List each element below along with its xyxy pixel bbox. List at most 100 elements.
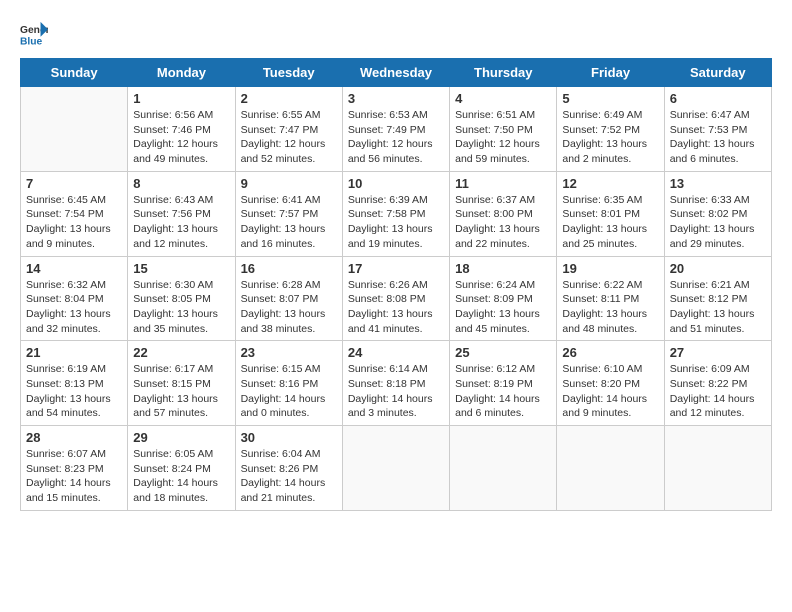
week-row-4: 28 Sunrise: 6:07 AM Sunset: 8:23 PM Dayli… <box>21 426 772 511</box>
day-info: Sunrise: 6:15 AM Sunset: 8:16 PM Dayligh… <box>241 362 337 421</box>
calendar-cell: 6 Sunrise: 6:47 AM Sunset: 7:53 PM Daylig… <box>664 87 771 172</box>
logo: General Blue <box>20 20 48 48</box>
calendar-cell: 20 Sunrise: 6:21 AM Sunset: 8:12 PM Dayli… <box>664 256 771 341</box>
day-header-friday: Friday <box>557 59 664 87</box>
calendar-cell: 26 Sunrise: 6:10 AM Sunset: 8:20 PM Dayli… <box>557 341 664 426</box>
days-header-row: SundayMondayTuesdayWednesdayThursdayFrid… <box>21 59 772 87</box>
calendar-cell: 21 Sunrise: 6:19 AM Sunset: 8:13 PM Dayli… <box>21 341 128 426</box>
calendar-cell: 13 Sunrise: 6:33 AM Sunset: 8:02 PM Dayli… <box>664 171 771 256</box>
day-number: 25 <box>455 345 551 360</box>
calendar-cell <box>21 87 128 172</box>
calendar-cell: 19 Sunrise: 6:22 AM Sunset: 8:11 PM Dayli… <box>557 256 664 341</box>
day-number: 13 <box>670 176 766 191</box>
day-number: 19 <box>562 261 658 276</box>
day-info: Sunrise: 6:26 AM Sunset: 8:08 PM Dayligh… <box>348 278 444 337</box>
calendar-cell: 17 Sunrise: 6:26 AM Sunset: 8:08 PM Dayli… <box>342 256 449 341</box>
day-number: 1 <box>133 91 229 106</box>
day-number: 30 <box>241 430 337 445</box>
calendar-cell: 16 Sunrise: 6:28 AM Sunset: 8:07 PM Dayli… <box>235 256 342 341</box>
day-info: Sunrise: 6:10 AM Sunset: 8:20 PM Dayligh… <box>562 362 658 421</box>
day-number: 21 <box>26 345 122 360</box>
day-number: 3 <box>348 91 444 106</box>
day-info: Sunrise: 6:39 AM Sunset: 7:58 PM Dayligh… <box>348 193 444 252</box>
day-info: Sunrise: 6:43 AM Sunset: 7:56 PM Dayligh… <box>133 193 229 252</box>
day-info: Sunrise: 6:45 AM Sunset: 7:54 PM Dayligh… <box>26 193 122 252</box>
calendar-cell: 4Sunrise: 6:51 AM Sunset: 7:50 PM Daylig… <box>450 87 557 172</box>
day-info: Sunrise: 6:28 AM Sunset: 8:07 PM Dayligh… <box>241 278 337 337</box>
calendar-cell: 15 Sunrise: 6:30 AM Sunset: 8:05 PM Dayli… <box>128 256 235 341</box>
calendar-cell: 22Sunrise: 6:17 AM Sunset: 8:15 PM Dayli… <box>128 341 235 426</box>
calendar-cell: 11 Sunrise: 6:37 AM Sunset: 8:00 PM Dayli… <box>450 171 557 256</box>
day-number: 5 <box>562 91 658 106</box>
day-number: 23 <box>241 345 337 360</box>
day-info: Sunrise: 6:17 AM Sunset: 8:15 PM Dayligh… <box>133 362 229 421</box>
day-number: 12 <box>562 176 658 191</box>
calendar-cell: 29Sunrise: 6:05 AM Sunset: 8:24 PM Dayli… <box>128 426 235 511</box>
day-number: 16 <box>241 261 337 276</box>
day-number: 24 <box>348 345 444 360</box>
day-number: 8 <box>133 176 229 191</box>
week-row-2: 14 Sunrise: 6:32 AM Sunset: 8:04 PM Dayli… <box>21 256 772 341</box>
calendar: SundayMondayTuesdayWednesdayThursdayFrid… <box>20 58 772 511</box>
calendar-cell: 24 Sunrise: 6:14 AM Sunset: 8:18 PM Dayli… <box>342 341 449 426</box>
calendar-cell <box>342 426 449 511</box>
day-info: Sunrise: 6:07 AM Sunset: 8:23 PM Dayligh… <box>26 447 122 506</box>
day-number: 6 <box>670 91 766 106</box>
day-header-saturday: Saturday <box>664 59 771 87</box>
day-info: Sunrise: 6:22 AM Sunset: 8:11 PM Dayligh… <box>562 278 658 337</box>
calendar-cell: 14 Sunrise: 6:32 AM Sunset: 8:04 PM Dayli… <box>21 256 128 341</box>
calendar-cell <box>450 426 557 511</box>
day-number: 27 <box>670 345 766 360</box>
logo-icon: General Blue <box>20 20 48 48</box>
header: General Blue <box>20 20 772 48</box>
day-info: Sunrise: 6:55 AM Sunset: 7:47 PM Dayligh… <box>241 108 337 167</box>
calendar-cell: 10 Sunrise: 6:39 AM Sunset: 7:58 PM Dayli… <box>342 171 449 256</box>
day-number: 14 <box>26 261 122 276</box>
day-number: 20 <box>670 261 766 276</box>
day-info: Sunrise: 6:32 AM Sunset: 8:04 PM Dayligh… <box>26 278 122 337</box>
calendar-cell: 12Sunrise: 6:35 AM Sunset: 8:01 PM Dayli… <box>557 171 664 256</box>
day-number: 17 <box>348 261 444 276</box>
day-info: Sunrise: 6:09 AM Sunset: 8:22 PM Dayligh… <box>670 362 766 421</box>
svg-text:Blue: Blue <box>20 36 43 47</box>
day-info: Sunrise: 6:47 AM Sunset: 7:53 PM Dayligh… <box>670 108 766 167</box>
day-number: 28 <box>26 430 122 445</box>
day-info: Sunrise: 6:51 AM Sunset: 7:50 PM Dayligh… <box>455 108 551 167</box>
week-row-1: 7 Sunrise: 6:45 AM Sunset: 7:54 PM Daylig… <box>21 171 772 256</box>
day-info: Sunrise: 6:04 AM Sunset: 8:26 PM Dayligh… <box>241 447 337 506</box>
day-number: 26 <box>562 345 658 360</box>
day-header-monday: Monday <box>128 59 235 87</box>
day-info: Sunrise: 6:49 AM Sunset: 7:52 PM Dayligh… <box>562 108 658 167</box>
day-info: Sunrise: 6:37 AM Sunset: 8:00 PM Dayligh… <box>455 193 551 252</box>
day-info: Sunrise: 6:14 AM Sunset: 8:18 PM Dayligh… <box>348 362 444 421</box>
calendar-cell <box>557 426 664 511</box>
calendar-cell: 27 Sunrise: 6:09 AM Sunset: 8:22 PM Dayli… <box>664 341 771 426</box>
day-number: 11 <box>455 176 551 191</box>
day-info: Sunrise: 6:19 AM Sunset: 8:13 PM Dayligh… <box>26 362 122 421</box>
calendar-cell: 8 Sunrise: 6:43 AM Sunset: 7:56 PM Daylig… <box>128 171 235 256</box>
day-number: 2 <box>241 91 337 106</box>
calendar-cell: 25Sunrise: 6:12 AM Sunset: 8:19 PM Dayli… <box>450 341 557 426</box>
calendar-cell: 28 Sunrise: 6:07 AM Sunset: 8:23 PM Dayli… <box>21 426 128 511</box>
day-info: Sunrise: 6:21 AM Sunset: 8:12 PM Dayligh… <box>670 278 766 337</box>
week-row-0: 1 Sunrise: 6:56 AM Sunset: 7:46 PM Daylig… <box>21 87 772 172</box>
calendar-cell: 3Sunrise: 6:53 AM Sunset: 7:49 PM Daylig… <box>342 87 449 172</box>
day-info: Sunrise: 6:41 AM Sunset: 7:57 PM Dayligh… <box>241 193 337 252</box>
day-info: Sunrise: 6:24 AM Sunset: 8:09 PM Dayligh… <box>455 278 551 337</box>
day-number: 10 <box>348 176 444 191</box>
week-row-3: 21 Sunrise: 6:19 AM Sunset: 8:13 PM Dayli… <box>21 341 772 426</box>
day-info: Sunrise: 6:33 AM Sunset: 8:02 PM Dayligh… <box>670 193 766 252</box>
day-number: 15 <box>133 261 229 276</box>
calendar-cell: 5 Sunrise: 6:49 AM Sunset: 7:52 PM Daylig… <box>557 87 664 172</box>
day-info: Sunrise: 6:05 AM Sunset: 8:24 PM Dayligh… <box>133 447 229 506</box>
day-header-wednesday: Wednesday <box>342 59 449 87</box>
day-header-thursday: Thursday <box>450 59 557 87</box>
day-info: Sunrise: 6:30 AM Sunset: 8:05 PM Dayligh… <box>133 278 229 337</box>
calendar-body: 1 Sunrise: 6:56 AM Sunset: 7:46 PM Daylig… <box>21 87 772 511</box>
day-info: Sunrise: 6:56 AM Sunset: 7:46 PM Dayligh… <box>133 108 229 167</box>
calendar-cell: 1 Sunrise: 6:56 AM Sunset: 7:46 PM Daylig… <box>128 87 235 172</box>
day-number: 7 <box>26 176 122 191</box>
day-number: 9 <box>241 176 337 191</box>
calendar-cell <box>664 426 771 511</box>
calendar-cell: 9 Sunrise: 6:41 AM Sunset: 7:57 PM Daylig… <box>235 171 342 256</box>
